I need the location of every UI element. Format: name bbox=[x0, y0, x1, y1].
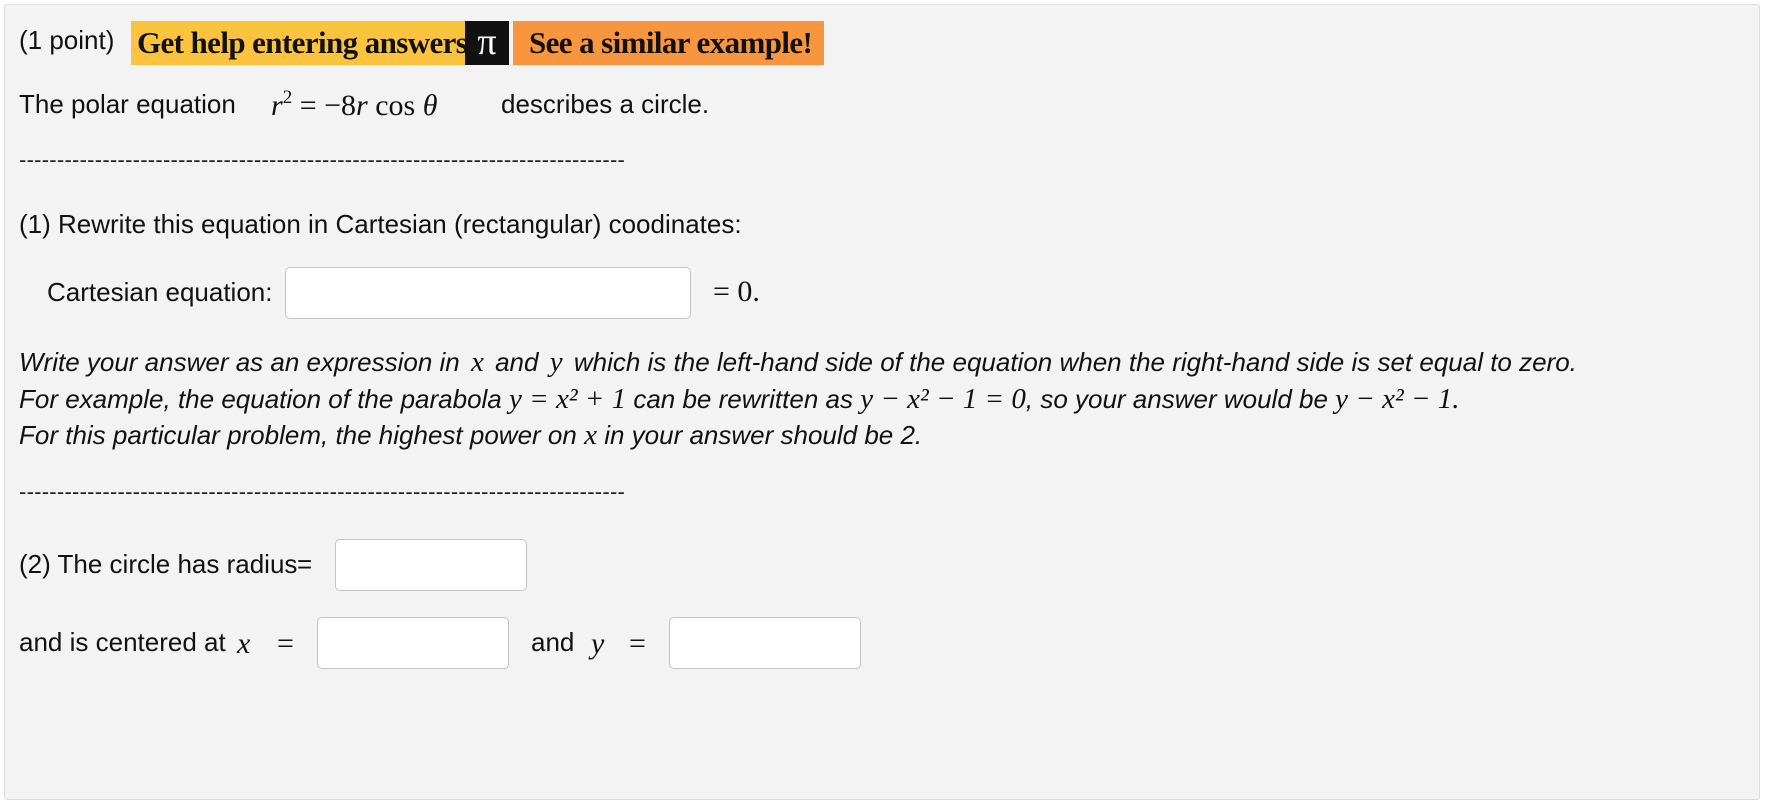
instruction-line-2: For example, the equation of the parabol… bbox=[19, 384, 1459, 414]
points-label: (1 point) bbox=[19, 25, 115, 55]
center-x-equals: = bbox=[277, 627, 294, 660]
center-var-y: y bbox=[591, 627, 605, 660]
instruction-line-3: For this particular problem, the highest… bbox=[19, 420, 922, 450]
var-theta: θ bbox=[422, 89, 438, 122]
see-similar-example-button[interactable]: See a similar example! bbox=[513, 21, 825, 65]
radius-input[interactable] bbox=[335, 539, 527, 591]
note-l1-a: Write your answer as an expression in bbox=[19, 347, 460, 377]
note-answer-example: y − x² − 1. bbox=[1335, 383, 1460, 415]
instruction-line-1: Write your answer as an expression in x … bbox=[19, 347, 1577, 377]
note-l1-c: which is the left-hand side of the equat… bbox=[573, 347, 1577, 377]
equals-zero-suffix: = 0. bbox=[713, 275, 760, 308]
separator-2: ----------------------------------------… bbox=[19, 479, 626, 504]
polar-equation: r2 = −8r cos θ bbox=[271, 87, 438, 123]
rhs-coefficient: = −8 bbox=[299, 89, 357, 122]
and-label: and bbox=[531, 627, 575, 657]
note-l3-b: in your answer should be 2. bbox=[604, 420, 923, 450]
note-l2-c: , so your answer would be bbox=[1025, 384, 1328, 414]
help-entering-answers-button[interactable]: Get help entering answers bbox=[131, 21, 474, 65]
intro-text-before: The polar equation bbox=[19, 89, 236, 119]
note-l3-a: For this particular problem, the highest… bbox=[19, 420, 577, 450]
note-var-x: x bbox=[470, 346, 484, 378]
center-var-x: x bbox=[237, 627, 251, 660]
center-label: and is centered at bbox=[19, 627, 226, 657]
center-y-equals: = bbox=[629, 627, 646, 660]
radius-label: (2) The circle has radius bbox=[19, 549, 298, 579]
center-x-input[interactable] bbox=[317, 617, 509, 669]
problem-panel: (1 point) Get help entering answers π Se… bbox=[4, 4, 1760, 800]
var-r: r bbox=[271, 89, 283, 122]
note-l2-a: For example, the equation of the parabol… bbox=[19, 384, 502, 414]
intro-text-after: describes a circle. bbox=[501, 89, 710, 119]
note-l3-var-x: x bbox=[584, 419, 597, 451]
radius-equals: = bbox=[297, 549, 313, 579]
note-rewritten-equation: y − x² − 1 = 0 bbox=[860, 383, 1026, 415]
note-l1-b: and bbox=[495, 347, 539, 377]
cartesian-equation-label: Cartesian equation: bbox=[47, 277, 273, 307]
cartesian-equation-input[interactable] bbox=[285, 267, 691, 319]
pi-icon[interactable]: π bbox=[465, 21, 509, 65]
exponent: 2 bbox=[282, 87, 293, 108]
center-y-input[interactable] bbox=[669, 617, 861, 669]
note-l2-b: can be rewritten as bbox=[633, 384, 853, 414]
note-parabola-equation: y = x² + 1 bbox=[509, 383, 627, 415]
note-var-y: y bbox=[549, 346, 563, 378]
var-r-rhs: r bbox=[356, 89, 368, 122]
part1-prompt: (1) Rewrite this equation in Cartesian (… bbox=[19, 209, 742, 239]
separator-1: ----------------------------------------… bbox=[19, 147, 626, 172]
cos-function: cos bbox=[375, 89, 416, 122]
